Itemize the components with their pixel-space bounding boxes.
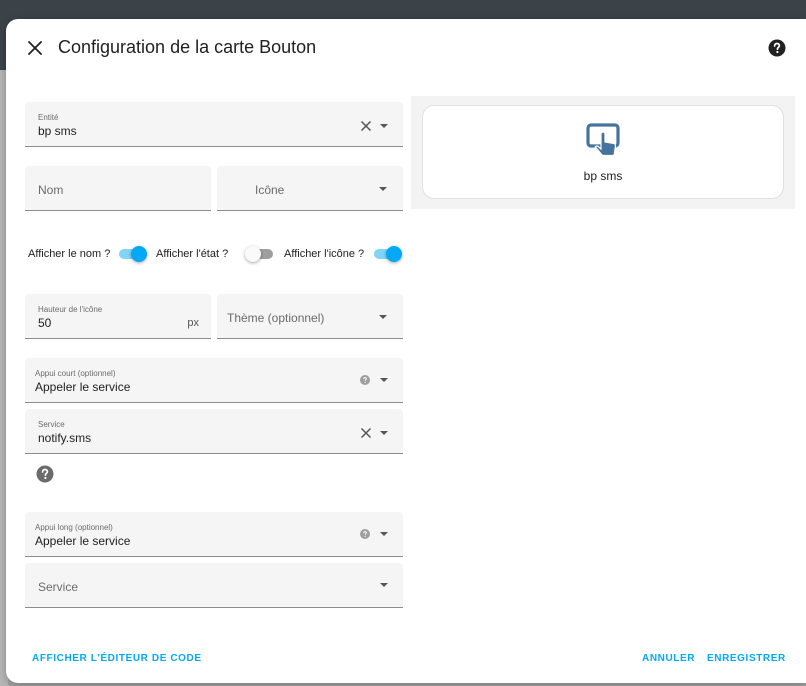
save-button[interactable]: ENREGISTRER [707,653,786,664]
icon-field-placeholder: Icône [255,183,285,197]
tap-service-field[interactable]: Service notify.sms [25,409,403,454]
card-config-dialog: Configuration de la carte Bouton Entité … [6,19,806,683]
toggle-knob [245,246,261,262]
hold-action-value: Appeler le service [35,534,131,548]
toggle-knob [386,246,402,262]
dialog-title: Configuration de la carte Bouton [58,37,317,57]
dialog-header: Configuration de la carte Bouton [6,19,806,77]
preview-label: bp sms [583,169,623,183]
hold-action-label: Appui long (optionnel) [35,523,113,532]
chevron-down-icon[interactable] [380,124,388,128]
icon-height-field[interactable]: Hauteur de l'icône 50 px [25,294,211,339]
clear-icon[interactable] [360,427,372,439]
show-icon-toggle[interactable] [372,246,404,262]
gesture-tap-button-icon [586,123,620,157]
tap-action-value: Appeler le service [35,380,131,394]
icon-height-value: 50 [38,316,52,330]
show-state-toggle[interactable] [245,246,277,262]
chevron-down-icon[interactable] [380,532,388,536]
tap-action-field[interactable]: Appui court (optionnel) Appeler le servi… [25,358,403,403]
tap-service-value: notify.sms [38,431,92,445]
toggle-knob [131,246,147,262]
icon-height-suffix: px [187,317,199,329]
preview-card[interactable]: bp sms [422,105,784,199]
icon-field[interactable]: Icône [217,166,403,211]
hold-service-field[interactable]: Service [25,563,403,608]
help-circle-icon[interactable] [360,375,370,385]
tap-action-label: Appui court (optionnel) [35,369,116,378]
close-button[interactable] [22,35,48,61]
chevron-down-icon[interactable] [380,583,388,587]
cancel-button[interactable]: ANNULER [642,653,695,664]
hold-action-field[interactable]: Appui long (optionnel) Appeler le servic… [25,512,403,557]
entity-field-value: bp sms [38,124,77,138]
hold-service-placeholder: Service [38,580,79,594]
help-circle-icon[interactable] [36,465,54,483]
chevron-down-icon[interactable] [379,187,387,191]
theme-field[interactable]: Thème (optionnel) [217,294,403,339]
help-circle-icon [768,39,786,57]
name-field-placeholder: Nom [38,183,64,197]
show-icon-label: Afficher l'icône ? [284,248,365,260]
help-button[interactable] [766,37,788,59]
chevron-down-icon[interactable] [379,315,387,319]
chevron-down-icon[interactable] [380,378,388,382]
entity-field-label: Entité [38,113,59,122]
show-state-label: Afficher l'état ? [156,248,229,260]
name-field[interactable]: Nom [25,166,211,211]
theme-field-placeholder: Thème (optionnel) [227,311,325,325]
icon-height-label: Hauteur de l'icône [38,305,103,314]
show-name-label: Afficher le nom ? [28,248,111,260]
clear-icon[interactable] [360,120,372,132]
show-name-toggle[interactable] [117,246,149,262]
show-code-editor-button[interactable]: AFFICHER L'ÉDITEUR DE CODE [32,653,202,664]
chevron-down-icon[interactable] [380,431,388,435]
help-circle-icon[interactable] [360,529,370,539]
entity-field[interactable]: Entité bp sms [25,102,403,147]
tap-service-label: Service [38,420,65,429]
close-icon [28,41,42,55]
